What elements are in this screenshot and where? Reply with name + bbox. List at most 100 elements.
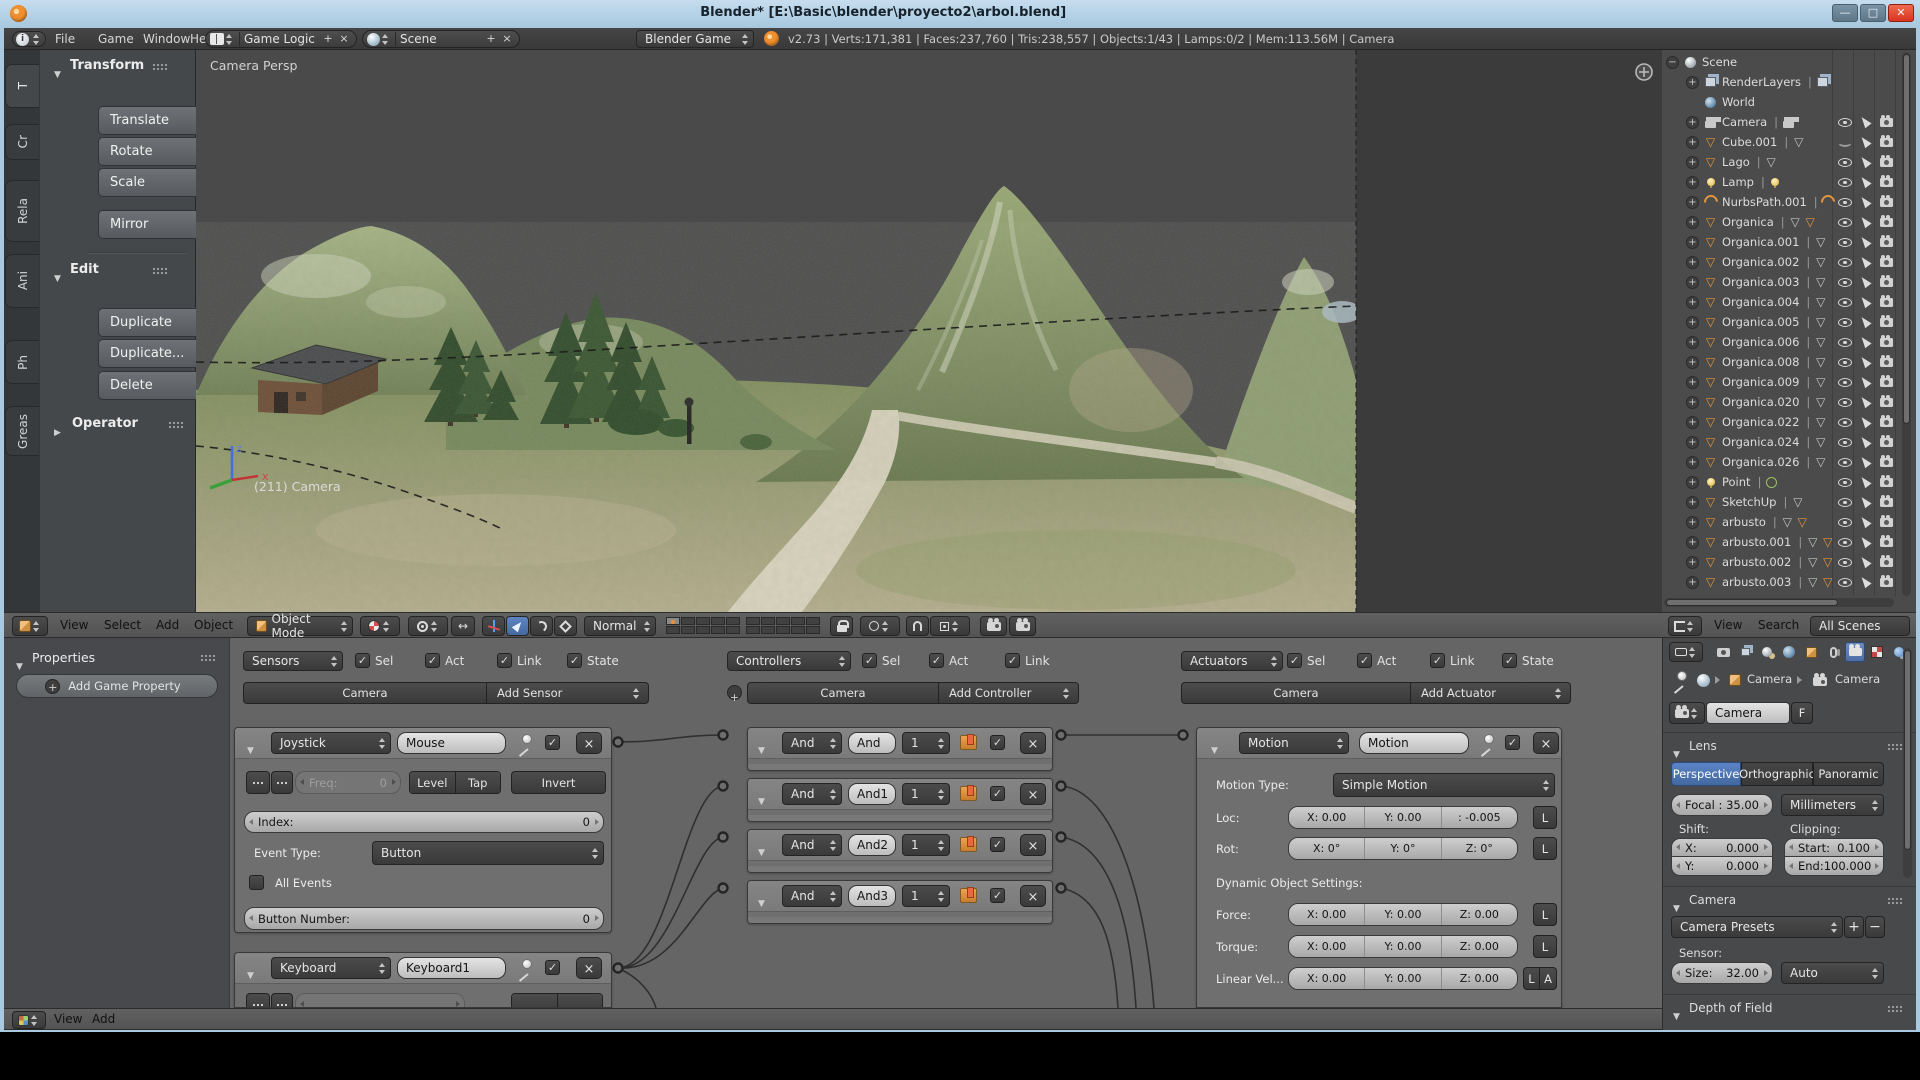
renderability-camera-icon[interactable] xyxy=(1880,278,1893,287)
renderability-camera-icon[interactable] xyxy=(1880,518,1893,527)
actuators-object-name[interactable]: Camera xyxy=(1181,682,1411,704)
selectability-cursor-icon[interactable] xyxy=(1858,515,1871,529)
vp-menu-select[interactable]: Select xyxy=(104,618,141,632)
visibility-eye-icon[interactable] xyxy=(1838,518,1852,527)
id-name-field[interactable]: Camera xyxy=(1706,702,1790,724)
outliner-item-name[interactable]: arbusto.001 xyxy=(1722,535,1791,549)
controllers-act-checkbox[interactable] xyxy=(929,653,944,668)
outliner-item[interactable]: + Organica.005 | xyxy=(1662,312,1894,332)
controller-node[interactable]: And And3 1 xyxy=(747,880,1053,924)
actuator-node-motion[interactable]: Motion Motion Motion Type: Simple Motion… xyxy=(1196,727,1562,1008)
selectability-cursor-icon[interactable] xyxy=(1858,115,1871,129)
renderability-camera-icon[interactable] xyxy=(1880,158,1893,167)
panel-title-operator[interactable]: Operator xyxy=(72,416,138,431)
sensor-type-dropdown[interactable]: Joystick xyxy=(271,732,391,754)
expand-toggle-icon[interactable]: + xyxy=(1686,376,1699,389)
controller-type-dropdown[interactable]: And xyxy=(782,732,842,754)
delete-controller-button[interactable] xyxy=(1020,783,1046,805)
mode-dropdown[interactable]: Object Mode xyxy=(247,616,353,636)
controller-name-field[interactable]: And xyxy=(848,732,896,754)
selectability-cursor-icon[interactable] xyxy=(1858,275,1871,289)
drag-dots-icon[interactable] xyxy=(1887,1005,1903,1013)
pulse-false-button[interactable] xyxy=(271,771,293,794)
outliner-item-name[interactable]: Organica xyxy=(1722,215,1774,229)
selectability-cursor-icon[interactable] xyxy=(1858,175,1871,189)
manipulate-center-toggle[interactable]: ↔ xyxy=(451,616,475,636)
controller-node[interactable]: And And1 1 xyxy=(747,778,1053,822)
visibility-eye-icon[interactable] xyxy=(1838,178,1852,187)
add-scene-button[interactable] xyxy=(483,32,499,46)
delete-layout-button[interactable] xyxy=(336,32,352,46)
tab-object[interactable] xyxy=(1801,642,1821,662)
outliner-item-name[interactable]: NurbsPath.001 xyxy=(1722,195,1807,209)
renderability-camera-icon[interactable] xyxy=(1880,538,1893,547)
selectability-cursor-icon[interactable] xyxy=(1858,375,1871,389)
controllers-object-name[interactable]: Camera xyxy=(747,682,939,704)
visibility-eye-icon[interactable] xyxy=(1838,198,1852,207)
visibility-eye-icon[interactable] xyxy=(1838,338,1852,347)
outliner-item[interactable]: + Lago | xyxy=(1662,152,1894,172)
properties-scrollbar[interactable] xyxy=(1903,648,1912,878)
menu-window[interactable]: Window xyxy=(143,32,190,46)
controller-enable-checkbox[interactable] xyxy=(990,888,1005,903)
outliner-item-name[interactable]: Point xyxy=(1722,475,1751,489)
outliner-item[interactable]: + Organica.008 | xyxy=(1662,352,1894,372)
vp-menu-add[interactable]: Add xyxy=(156,618,179,632)
outliner-item[interactable]: + arbusto.002 | xyxy=(1662,552,1894,572)
shift-x-field[interactable]: X:0.000 xyxy=(1671,838,1773,857)
shelf-tab-create[interactable]: Cr xyxy=(5,124,39,160)
sensor-name-field[interactable]: Mouse xyxy=(397,732,506,754)
tap-button[interactable]: Tap xyxy=(456,772,501,793)
editor-type-button[interactable] xyxy=(12,616,48,636)
controller-type-dropdown[interactable]: And xyxy=(782,885,842,907)
sensors-object-name[interactable]: Camera xyxy=(243,682,487,704)
render-opengl-anim-button[interactable] xyxy=(1009,616,1036,636)
selectability-cursor-icon[interactable] xyxy=(1858,535,1871,549)
delete-sensor-button[interactable] xyxy=(576,732,602,754)
dof-panel-title[interactable]: Depth of Field xyxy=(1689,1001,1772,1015)
editor-type-selector[interactable] xyxy=(12,31,46,47)
force-local-toggle[interactable]: L xyxy=(1533,903,1557,926)
outliner-vscrollbar[interactable] xyxy=(1902,52,1911,596)
visibility-eye-icon[interactable] xyxy=(1838,318,1852,327)
renderability-camera-icon[interactable] xyxy=(1880,338,1893,347)
tab-render[interactable] xyxy=(1713,642,1733,662)
torque-xyz-fields[interactable]: X: 0.00Y: 0.00Z: 0.00 xyxy=(1288,935,1518,958)
expand-toggle-icon[interactable]: + xyxy=(1686,196,1699,209)
outliner-item-name[interactable]: Lamp xyxy=(1722,175,1754,189)
outliner-item[interactable]: + SketchUp | xyxy=(1662,492,1894,512)
delete-controller-button[interactable] xyxy=(1020,885,1046,907)
panel-title-transform[interactable]: Transform xyxy=(70,58,144,73)
controllers-filter-dropdown[interactable]: Controllers xyxy=(727,651,851,671)
tab-render-layers[interactable] xyxy=(1735,642,1755,662)
shelf-tab-physics[interactable]: Ph xyxy=(5,340,39,384)
outliner-item-name[interactable]: Lago xyxy=(1722,155,1750,169)
controller-state-dropdown[interactable]: 1 xyxy=(902,732,950,754)
outliner-item[interactable]: + Organica.001 | xyxy=(1662,232,1894,252)
actuator-enable-checkbox[interactable] xyxy=(1505,735,1520,750)
scene-selector[interactable]: Scene xyxy=(362,30,520,48)
outliner-item-name[interactable]: SketchUp xyxy=(1722,495,1776,509)
orientation-dropdown[interactable]: Normal xyxy=(584,616,656,636)
expand-toggle-icon[interactable]: + xyxy=(1686,116,1699,129)
visibility-eye-icon[interactable] xyxy=(1838,578,1852,587)
snap-toggle[interactable] xyxy=(906,616,929,636)
outliner-item-name[interactable]: RenderLayers xyxy=(1722,75,1801,89)
outliner-item[interactable]: + Lamp | xyxy=(1662,172,1894,192)
manipulator-translate-button[interactable] xyxy=(506,616,529,636)
expand-toggle-icon[interactable]: + xyxy=(1686,236,1699,249)
actuators-sel-checkbox[interactable] xyxy=(1287,653,1302,668)
controller-enable-checkbox[interactable] xyxy=(990,786,1005,801)
outliner-menu-view[interactable]: View xyxy=(1714,618,1742,632)
expand-toggle-icon[interactable]: + xyxy=(1686,536,1699,549)
clip-start-field[interactable]: Start:0.100 xyxy=(1784,838,1884,857)
outliner-item-name[interactable]: arbusto.002 xyxy=(1722,555,1791,569)
logic-menu-view[interactable]: View xyxy=(54,1012,82,1026)
expand-toggle-icon[interactable]: + xyxy=(1686,136,1699,149)
sensor-fit-dropdown[interactable]: Auto xyxy=(1781,962,1884,984)
expand-object-icon[interactable] xyxy=(727,685,742,700)
outliner-item-name[interactable]: Organica.026 xyxy=(1722,455,1799,469)
renderability-camera-icon[interactable] xyxy=(1880,458,1893,467)
sensors-sel-checkbox[interactable] xyxy=(355,653,370,668)
renderability-camera-icon[interactable] xyxy=(1880,478,1893,487)
